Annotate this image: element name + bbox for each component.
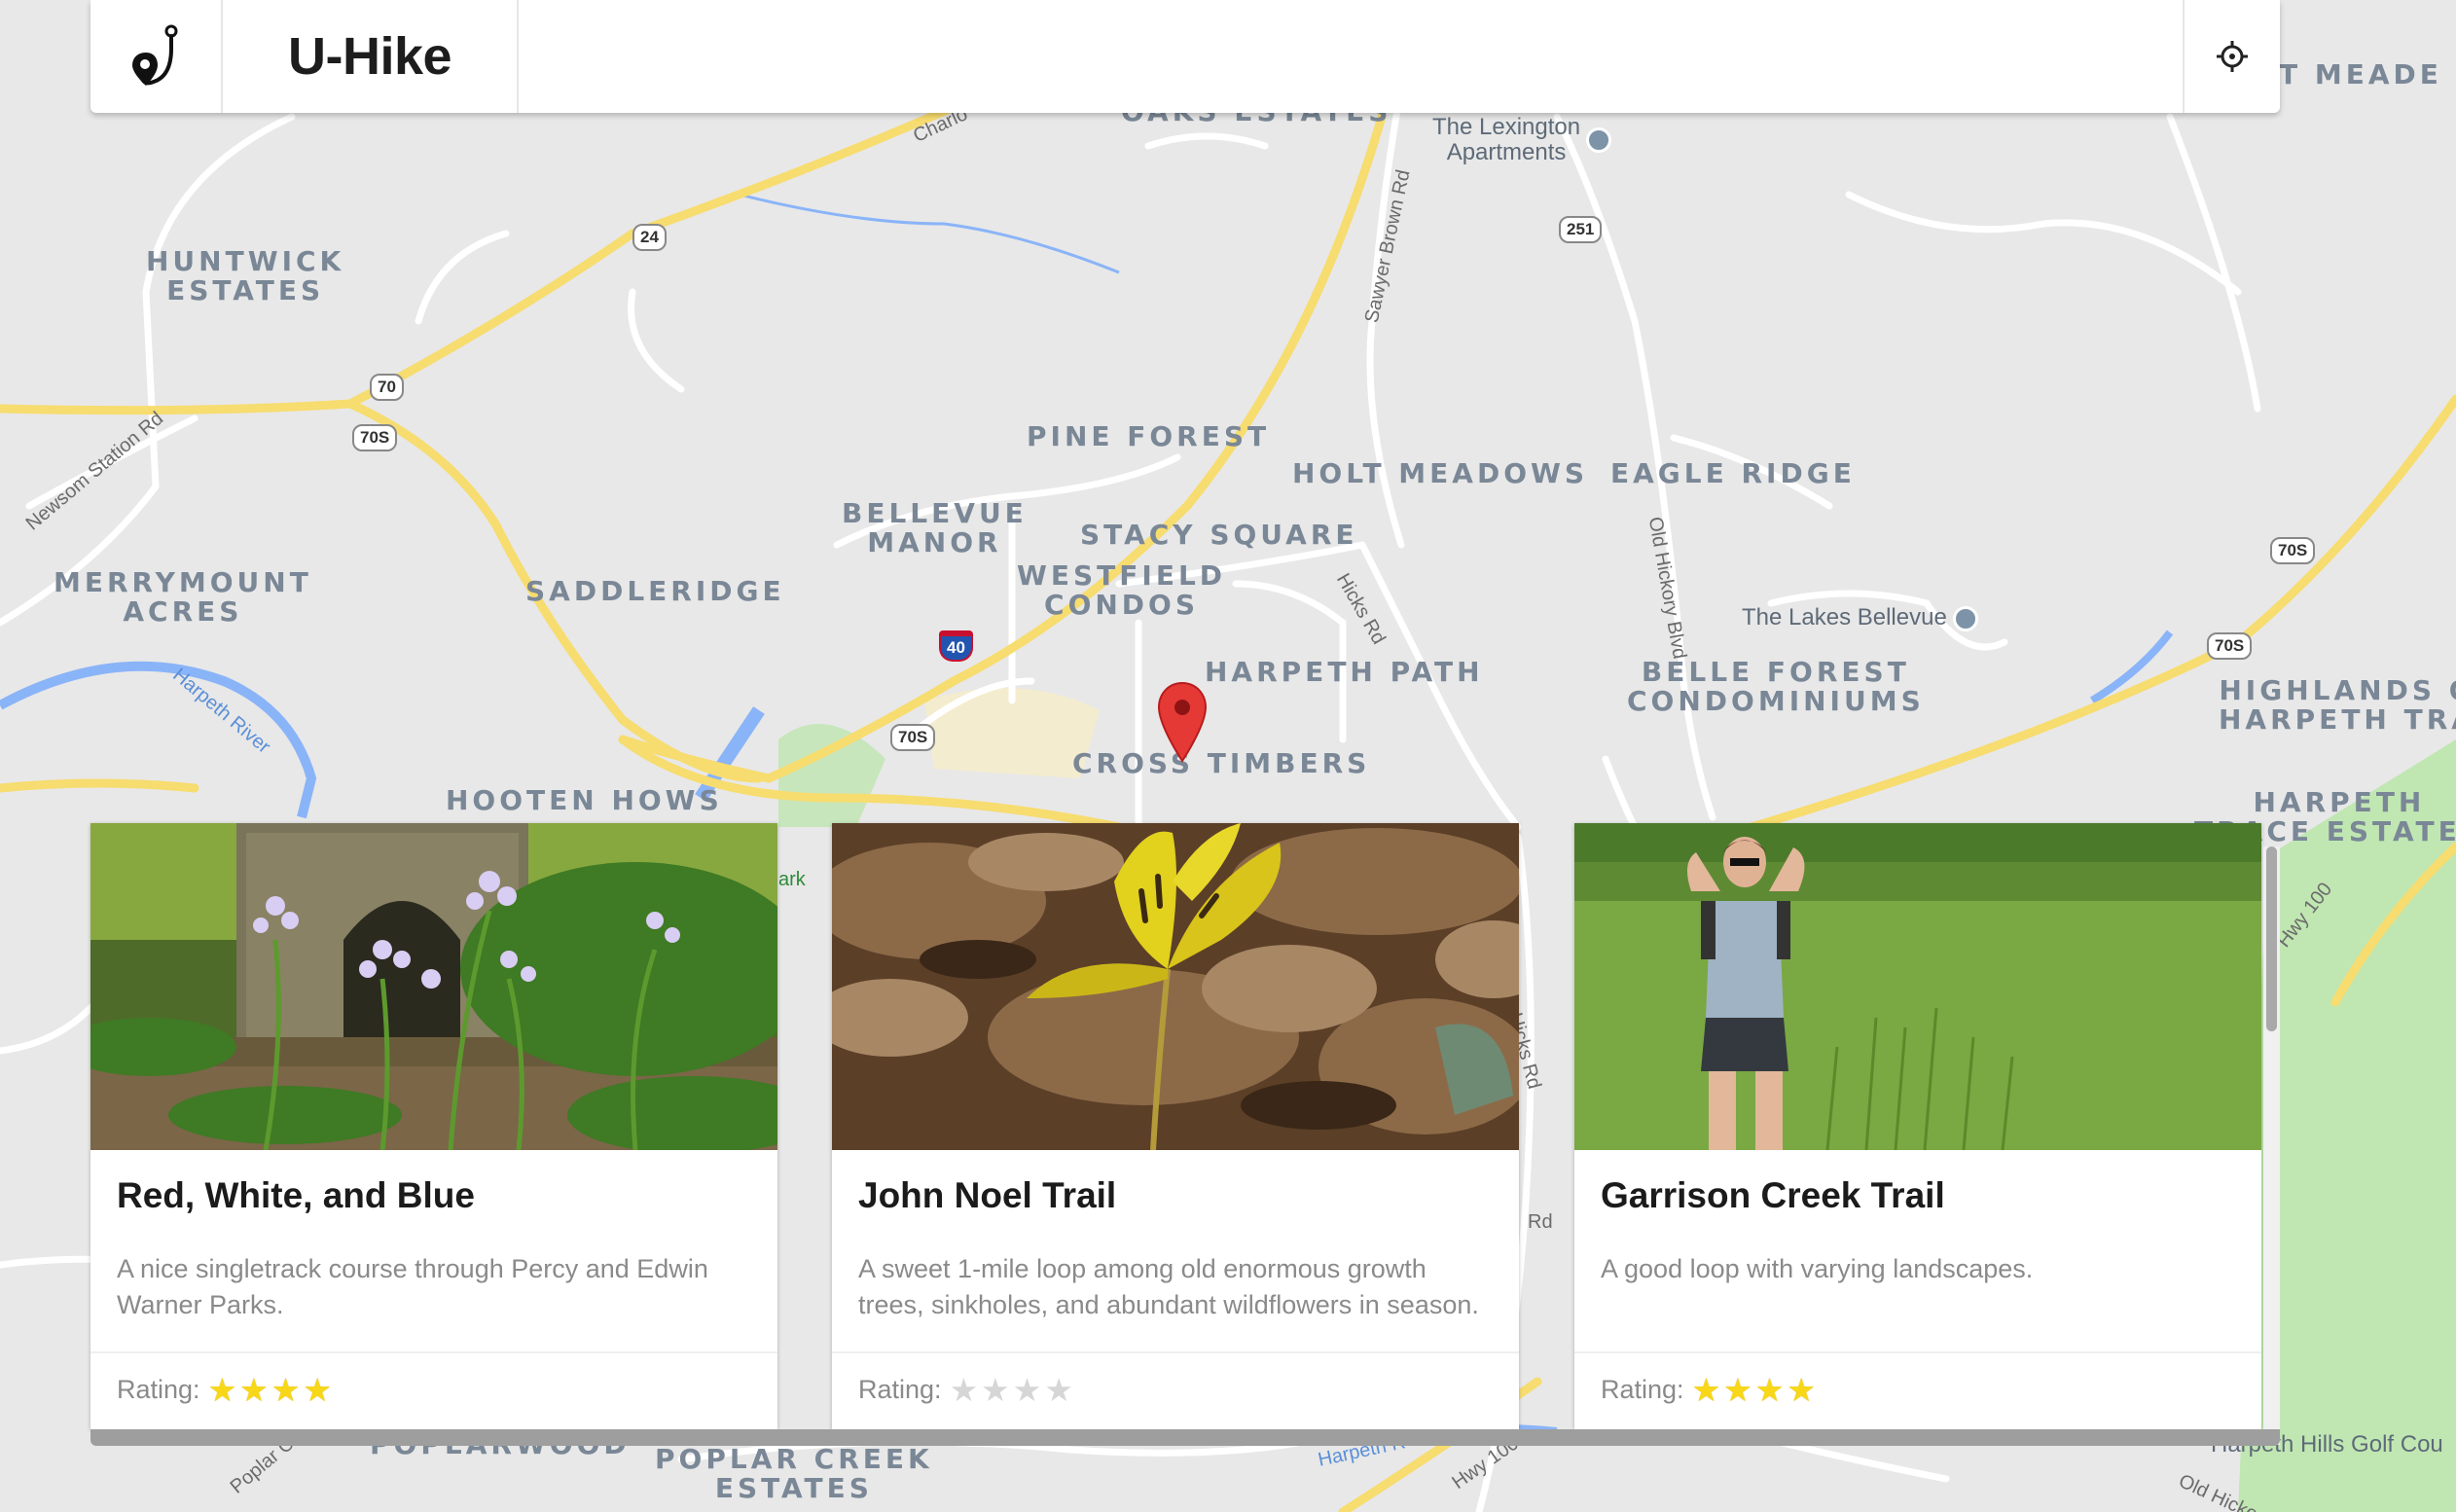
trail-rating: Rating: ★ ★ ★ ★	[1601, 1374, 1819, 1406]
map-place-label: MERRYMOUNT ACRES	[54, 566, 312, 628]
map-place-label: STACY SQUARE	[1080, 519, 1358, 551]
map-place-label: PINE FOREST	[1027, 420, 1271, 452]
star-icon: ★	[271, 1371, 301, 1409]
map-place-label: HARPETH PATH	[1205, 656, 1484, 688]
rating-label: Rating:	[1601, 1375, 1684, 1404]
map-place-label: BELLEVUE MANOR	[842, 497, 1028, 558]
rating-stars: ★ ★ ★ ★	[1692, 1374, 1819, 1406]
trail-card[interactable]: Red, White, and Blue A nice singletrack …	[90, 823, 777, 1429]
star-icon: ★	[949, 1371, 979, 1409]
vertical-scrollbar[interactable]	[2263, 846, 2280, 1445]
brand: U-Hike	[223, 0, 519, 113]
rating-stars: ★ ★ ★ ★	[208, 1374, 335, 1406]
poi-pin-icon	[1586, 127, 1612, 153]
top-bar: U-Hike	[90, 0, 2280, 113]
star-icon: ★	[1691, 1371, 1721, 1409]
map-place-label: EAGLE RIDGE	[1610, 457, 1856, 489]
trail-card[interactable]: Garrison Creek Trail A good loop with va…	[1574, 823, 2261, 1429]
rating-label: Rating:	[858, 1375, 942, 1404]
search-area	[519, 0, 2183, 113]
trail-description: A nice singletrack course through Percy …	[117, 1254, 708, 1319]
highway-shield: 70S	[2207, 632, 2253, 660]
divider	[90, 1351, 777, 1353]
trail-description: A good loop with varying landscapes.	[1601, 1254, 2034, 1283]
trail-title: Garrison Creek Trail	[1601, 1175, 1945, 1215]
trail-card[interactable]: John Noel Trail A sweet 1-mile loop amon…	[832, 823, 1519, 1429]
trail-photo	[90, 823, 777, 1150]
star-icon: ★	[981, 1371, 1010, 1409]
map-place-label: HIGHLANDS O HARPETH TRA	[2219, 674, 2456, 736]
map-place-label: SADDLERIDGE	[525, 575, 785, 607]
rating-label: Rating:	[117, 1375, 200, 1404]
highway-shield: 24	[632, 224, 667, 251]
locate-button[interactable]	[2183, 0, 2280, 113]
map-marker-icon[interactable]	[1157, 681, 1208, 763]
trail-title: John Noel Trail	[858, 1175, 1117, 1215]
map-place-label: CROSS TIMBERS	[1072, 747, 1371, 779]
trail-photo	[832, 823, 1519, 1150]
star-icon: ★	[1754, 1371, 1785, 1409]
map-place-label: T MEADE	[2279, 58, 2442, 90]
highway-shield: 70S	[2270, 537, 2316, 564]
map-place-label: HUNTWICK ESTATES	[146, 245, 345, 306]
trail-cards-panel: Red, White, and Blue A nice singletrack …	[90, 823, 2280, 1448]
star-icon: ★	[1787, 1371, 1816, 1409]
highway-shield: 251	[1559, 216, 1603, 243]
highway-shield: 70S	[352, 424, 398, 451]
map-place-label: WESTFIELD CONDOS	[1017, 559, 1227, 621]
star-icon: ★	[239, 1371, 269, 1409]
map-poi-label[interactable]: The Lexington Apartments	[1432, 115, 1612, 165]
app-title: U-Hike	[287, 27, 452, 86]
trail-photo	[1574, 823, 2261, 1150]
divider	[832, 1351, 1519, 1353]
star-icon: ★	[207, 1371, 237, 1409]
crosshair-icon	[2217, 41, 2248, 72]
map-place-label: HOOTEN HOWS	[446, 784, 723, 816]
star-icon: ★	[1723, 1371, 1752, 1409]
map-place-label: BELLE FOREST CONDOMINIUMS	[1627, 656, 1925, 717]
star-icon: ★	[303, 1371, 332, 1409]
map-place-label: POPLAR CREEK ESTATES	[655, 1443, 933, 1504]
rating-stars: ★ ★ ★ ★	[950, 1374, 1076, 1406]
trail-title: Red, White, and Blue	[117, 1175, 475, 1215]
map-place-label: HOLT MEADOWS	[1292, 457, 1589, 489]
trail-description: A sweet 1-mile loop among old enormous g…	[858, 1254, 1479, 1319]
logo[interactable]	[90, 0, 223, 113]
horizontal-scrollbar[interactable]	[90, 1429, 2280, 1446]
map-poi-label[interactable]: The Lakes Bellevue	[1742, 605, 1978, 631]
highway-shield: 70S	[890, 724, 936, 751]
star-icon: ★	[1012, 1371, 1042, 1409]
scrollbar-thumb[interactable]	[2266, 846, 2277, 1031]
poi-pin-icon	[1952, 605, 1978, 631]
hiker-pin-icon	[132, 24, 178, 86]
highway-shield: 40	[939, 630, 973, 662]
star-icon: ★	[1044, 1371, 1073, 1409]
trail-rating: Rating: ★ ★ ★ ★	[117, 1374, 335, 1406]
divider	[1574, 1351, 2261, 1353]
trail-rating: Rating: ★ ★ ★ ★	[858, 1374, 1076, 1406]
highway-shield: 70	[370, 374, 404, 401]
